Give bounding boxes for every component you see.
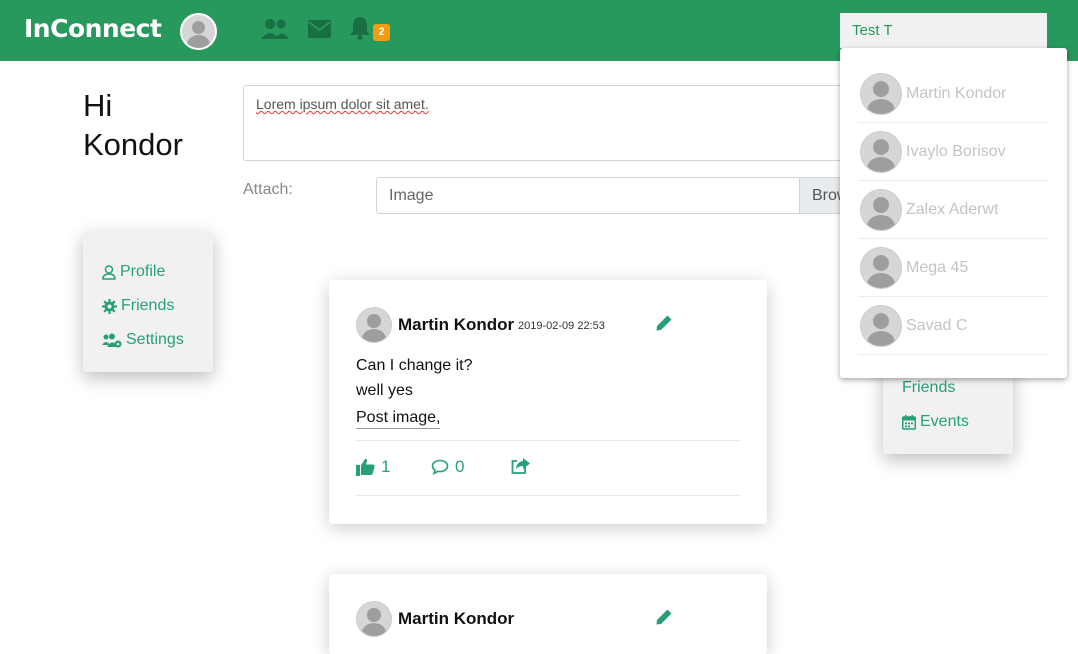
pencil-icon[interactable] bbox=[655, 314, 673, 337]
search-input[interactable]: Test T bbox=[840, 13, 1047, 48]
share-button[interactable] bbox=[511, 457, 531, 475]
result-avatar bbox=[860, 73, 902, 115]
users-icon[interactable] bbox=[260, 18, 290, 47]
post-author[interactable]: Martin Kondor bbox=[398, 315, 514, 335]
user-avatar[interactable] bbox=[180, 13, 217, 50]
user-icon bbox=[102, 264, 116, 280]
menu-friends-label: Friends bbox=[121, 297, 175, 314]
brand-logo[interactable]: InConnect bbox=[24, 14, 162, 43]
thumbs-up-icon bbox=[356, 458, 375, 476]
gear-icon bbox=[102, 298, 117, 314]
post-author[interactable]: Martin Kondor bbox=[398, 609, 514, 629]
post-card: Martin Kondor bbox=[329, 574, 767, 654]
divider bbox=[356, 495, 741, 496]
right-menu-events-link[interactable]: Events bbox=[902, 413, 969, 431]
file-placeholder: Image bbox=[389, 187, 434, 204]
right-menu-events-label: Events bbox=[920, 413, 969, 430]
post-textarea-text: Lorem ipsum dolor sit amet. bbox=[256, 96, 429, 112]
image-file-input[interactable]: Image Browse bbox=[376, 177, 866, 214]
result-name: Martin Kondor bbox=[906, 85, 1007, 102]
envelope-icon[interactable] bbox=[308, 20, 331, 43]
result-avatar bbox=[860, 305, 902, 347]
result-name: Mega 45 bbox=[906, 259, 969, 276]
post-line: Can I change it? bbox=[356, 357, 473, 374]
comment-button[interactable]: 0 bbox=[431, 457, 464, 477]
menu-profile-link[interactable]: Profile bbox=[102, 263, 165, 281]
search-result-item[interactable]: Zalex Aderwt bbox=[858, 181, 1048, 239]
result-avatar bbox=[860, 189, 902, 231]
menu-settings-link[interactable]: Settings bbox=[102, 331, 184, 349]
post-line: well yes bbox=[356, 382, 413, 399]
greeting-hi: Hi bbox=[83, 88, 113, 123]
search-result-item[interactable]: Mega 45 bbox=[858, 239, 1048, 297]
comment-count: 0 bbox=[455, 457, 465, 476]
like-button[interactable]: 1 bbox=[356, 457, 390, 477]
share-icon bbox=[511, 458, 530, 474]
notification-badge: 2 bbox=[373, 24, 390, 41]
bell-icon[interactable] bbox=[350, 16, 370, 45]
divider bbox=[356, 440, 741, 441]
comment-icon bbox=[431, 459, 449, 475]
right-menu-friends-label: Friends bbox=[902, 379, 956, 396]
post-card: Martin Kondor 2019-02-09 22:53 Can I cha… bbox=[329, 280, 767, 524]
result-name: Ivaylo Borisov bbox=[906, 143, 1006, 160]
pencil-icon[interactable] bbox=[655, 608, 673, 631]
greeting-name: Kondor bbox=[83, 127, 183, 162]
search-result-item[interactable]: Savad C bbox=[858, 297, 1048, 355]
menu-settings-label: Settings bbox=[126, 331, 184, 348]
search-results-dropdown: Martin Kondor Ivaylo Borisov Zalex Aderw… bbox=[840, 48, 1067, 378]
post-image-label: Post image, bbox=[356, 409, 441, 429]
result-avatar bbox=[860, 131, 902, 173]
left-menu: Profile Friends Settings bbox=[83, 231, 213, 372]
menu-profile-label: Profile bbox=[120, 263, 166, 280]
menu-friends-link[interactable]: Friends bbox=[102, 297, 174, 315]
users-cog-icon bbox=[102, 333, 122, 347]
search-result-item[interactable]: Ivaylo Borisov bbox=[858, 123, 1048, 181]
like-count: 1 bbox=[381, 457, 391, 476]
calendar-icon bbox=[902, 414, 916, 430]
result-name: Savad C bbox=[906, 317, 968, 334]
post-author-avatar[interactable] bbox=[356, 601, 392, 637]
search-result-item[interactable]: Martin Kondor bbox=[858, 65, 1048, 123]
post-textarea[interactable]: Lorem ipsum dolor sit amet. bbox=[243, 85, 863, 161]
post-author-avatar[interactable] bbox=[356, 307, 392, 343]
post-timestamp: 2019-02-09 22:53 bbox=[518, 320, 605, 332]
result-avatar bbox=[860, 247, 902, 289]
right-menu-friends-link[interactable]: Friends bbox=[902, 379, 955, 397]
result-name: Zalex Aderwt bbox=[906, 201, 999, 218]
attach-label: Attach: bbox=[243, 181, 293, 198]
greeting-heading: Hi Kondor bbox=[83, 86, 183, 164]
